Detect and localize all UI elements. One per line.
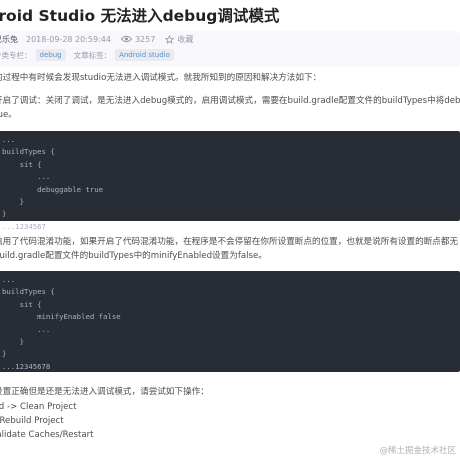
code-line: ...	[2, 275, 16, 284]
code-line: ...12345678	[2, 361, 51, 371]
step-item: · Rebuild Project	[0, 416, 64, 426]
view-count-value: 3257	[134, 34, 156, 44]
author-name[interactable]: 巴乐兔	[0, 34, 18, 45]
code-line: sit {	[2, 299, 42, 309]
step-item: ild -> Clean Project	[0, 402, 77, 412]
code-line: ...	[2, 172, 51, 182]
code-line: debuggable true	[2, 184, 104, 194]
code-line: minifyEnabled false	[2, 312, 121, 322]
paragraph-2-line-2: build.gradle配置文件的buildTypes中的minifyEnabl…	[0, 251, 267, 261]
article-title: idroid Studio 无法进入debug调试模式	[0, 7, 280, 25]
watermark: @稀土掘金技术社区	[379, 444, 456, 456]
code-line: }	[2, 209, 7, 219]
favorite-label: 收藏	[177, 34, 194, 44]
column-label: 分类专栏：	[0, 50, 32, 60]
article-tags-label: 文章标签：	[73, 50, 112, 60]
watermark-text: @稀土掘金技术社区	[379, 446, 456, 456]
article-tags-row: 分类专栏： debug 文章标签： Android studio	[0, 48, 182, 62]
article-meta-info: 巴乐兔 2018-09-28 20:59:44 3257 收藏	[0, 32, 193, 46]
star-icon	[165, 34, 175, 44]
code-line: }	[2, 349, 7, 359]
code-block-2: ... buildTypes { sit { minifyEnabled fal…	[0, 271, 460, 372]
code-line: buildTypes {	[2, 147, 55, 157]
view-count: 3257	[120, 34, 156, 44]
publish-date: 2018-09-28 20:59:44	[26, 34, 111, 44]
code-line: buildTypes {	[2, 287, 55, 297]
code-block-1: ... buildTypes { sit { ... debuggable tr…	[0, 131, 460, 231]
code-line: ...	[2, 324, 51, 334]
code-line: }	[2, 197, 24, 207]
intro-paragraph: 的过程中有时候会发现studio无法进入调试模式。就我所知到的原因和解决方法如下…	[0, 73, 322, 83]
paragraph-3: 设置正确但是还是无法进入调试模式，请尝试如下操作：	[0, 387, 209, 397]
column-tag[interactable]: debug	[35, 49, 66, 61]
paragraph-1-line-1: 开启了调试：关闭了调试，是无法进入debug模式的，启用调试模式，需要在buil…	[0, 96, 460, 106]
code-line: ...1234567	[2, 221, 46, 231]
paragraph-1-line-2: rue。	[0, 110, 17, 120]
paragraph-2-line-1: 启用了代码混淆功能，如果开启了代码混淆功能，在程序是不会停留在你所设置断点的位置…	[0, 237, 459, 247]
favorite-button[interactable]: 收藏	[165, 34, 193, 45]
article-tag[interactable]: Android studio	[115, 49, 174, 61]
eye-icon	[120, 35, 132, 43]
code-line: sit {	[2, 159, 42, 169]
code-line: ...	[2, 135, 16, 144]
code-line: }	[2, 337, 24, 347]
step-item: 'alidate Caches/Restart	[0, 430, 94, 440]
